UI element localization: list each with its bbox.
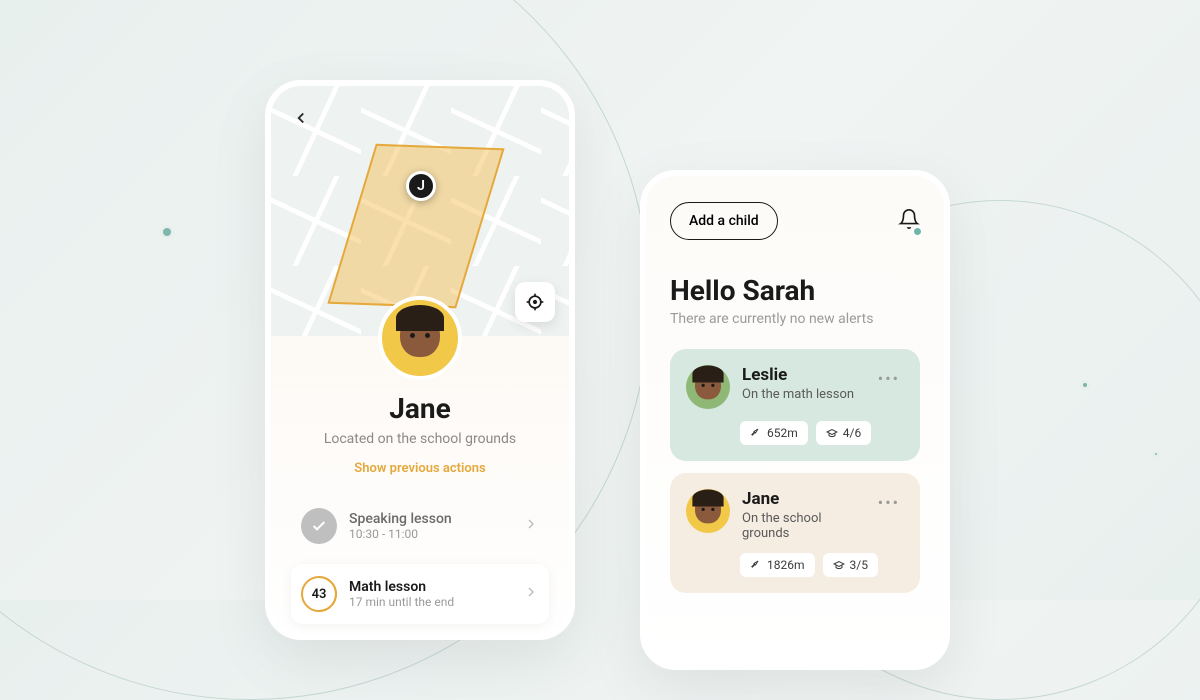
child-name: Jane [742,489,862,509]
distance-chip: 652m [740,421,808,445]
child-status: On the school grounds [742,511,862,541]
child-avatar [686,489,730,533]
show-previous-link[interactable]: Show previous actions [291,461,549,476]
card-chips: 652m 4/6 [686,421,904,445]
lesson-done-badge [301,508,337,544]
card-info: Leslie On the math lesson [742,365,862,402]
phone-detail-view: J Jane Located on the school grounds Sho… [265,80,575,640]
lesson-progress-badge: 43 [301,576,337,612]
location-text: Located on the school grounds [291,431,549,447]
child-status: On the math lesson [742,387,862,402]
child-card-jane[interactable]: Jane On the school grounds ••• 1826m 3/5 [670,473,920,593]
lesson-item-completed[interactable]: Speaking lesson 10:30 - 11:00 [291,496,549,556]
child-name: Leslie [742,365,862,385]
chevron-left-icon [292,109,310,127]
distance-chip: 1826m [740,553,815,577]
lesson-item-current[interactable]: 43 Math lesson 17 min until the end [291,564,549,624]
lesson-title: Speaking lesson [349,511,511,527]
add-child-button[interactable]: Add a child [670,202,778,240]
lesson-remaining: 17 min until the end [349,595,511,609]
lesson-time: 10:30 - 11:00 [349,527,511,541]
child-card-leslie[interactable]: Leslie On the math lesson ••• 652m 4/6 [670,349,920,461]
marker-initial: J [417,178,425,194]
home-header: Add a child [670,202,920,240]
distance-value: 1826m [767,558,805,572]
chevron-right-icon [523,584,539,604]
bg-decor-dot [1152,450,1160,458]
more-button[interactable]: ••• [874,489,904,516]
alerts-subtitle: There are currently no new alerts [670,311,920,327]
route-icon [750,427,762,439]
progress-value: 4/6 [843,426,861,440]
progress-chip: 3/5 [823,553,878,577]
chevron-right-icon [523,516,539,536]
graduation-icon [833,559,845,571]
progress-value: 3/5 [850,558,868,572]
card-info: Jane On the school grounds [742,489,862,541]
location-marker[interactable]: J [406,171,436,201]
lesson-title: Math lesson [349,579,511,595]
notification-dot [913,227,922,236]
lesson-info: Speaking lesson 10:30 - 11:00 [349,511,511,541]
greeting-title: Hello Sarah [670,274,920,307]
locate-button[interactable] [515,282,555,322]
child-avatar [686,365,730,409]
check-icon [311,518,327,534]
bg-decor-dot [160,225,174,239]
avatar-illustration [694,495,723,528]
card-chips: 1826m 3/5 [686,553,904,577]
detail-panel: Jane Located on the school grounds Show … [271,336,569,640]
crosshair-icon [525,292,545,312]
child-name: Jane [291,392,549,425]
distance-value: 652m [767,426,798,440]
home-panel: Add a child Hello Sarah There are curren… [646,176,944,664]
lesson-count: 43 [312,587,327,602]
avatar-illustration [694,371,723,404]
graduation-icon [826,427,838,439]
bg-decor-dot [1080,380,1090,390]
notifications-button[interactable] [898,208,920,234]
route-icon [750,559,762,571]
child-avatar[interactable] [378,296,462,380]
more-button[interactable]: ••• [874,365,904,392]
avatar-illustration [395,313,445,363]
progress-chip: 4/6 [816,421,871,445]
back-button[interactable] [287,104,315,132]
phone-home-view: Add a child Hello Sarah There are curren… [640,170,950,670]
lesson-info: Math lesson 17 min until the end [349,579,511,609]
